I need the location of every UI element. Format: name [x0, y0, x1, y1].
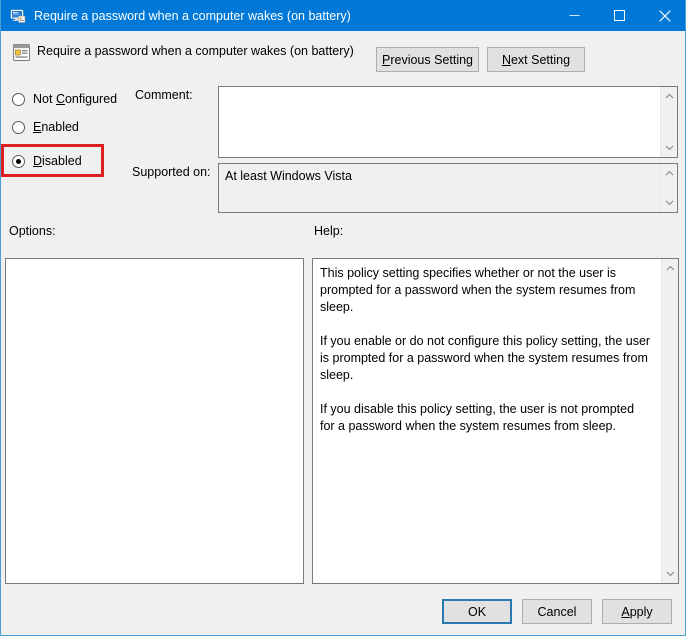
scroll-down-icon[interactable] [661, 195, 678, 210]
window-controls [552, 0, 685, 31]
help-content: This policy setting specifies whether or… [313, 259, 661, 583]
options-panel[interactable] [5, 258, 304, 584]
setting-header: Require a password when a computer wakes… [1, 31, 685, 79]
next-setting-label: Next Setting [501, 52, 571, 67]
window-title: Require a password when a computer wakes… [34, 8, 351, 23]
radio-not-configured[interactable]: Not Configured [12, 89, 117, 109]
supported-on-field: At least Windows Vista [218, 163, 678, 213]
previous-setting-label: Previous Setting [381, 52, 474, 67]
radio-enabled-label: Enabled [33, 120, 79, 134]
help-scrollbar[interactable] [661, 259, 678, 583]
scroll-up-icon[interactable] [661, 89, 678, 104]
radio-disabled[interactable]: Disabled [12, 151, 82, 171]
close-icon[interactable] [642, 0, 685, 31]
setting-title: Require a password when a computer wakes… [37, 44, 354, 58]
group-policy-setting-dialog: Require a password when a computer wakes… [0, 0, 686, 636]
help-panel[interactable]: This policy setting specifies whether or… [312, 258, 679, 584]
minimize-icon[interactable] [552, 0, 597, 31]
comment-scrollbar[interactable] [660, 87, 677, 157]
policy-setting-icon [12, 43, 31, 62]
help-paragraph: If you disable this policy setting, the … [320, 402, 635, 433]
cancel-button[interactable]: Cancel [522, 599, 592, 624]
scroll-down-icon[interactable] [662, 566, 679, 581]
comment-label: Comment: [135, 88, 193, 102]
apply-label: Apply [621, 604, 653, 619]
help-paragraph: This policy setting specifies whether or… [320, 266, 636, 314]
options-content [6, 259, 303, 583]
radio-not-configured-mark[interactable] [12, 92, 25, 106]
scroll-up-icon[interactable] [661, 166, 678, 181]
help-paragraph: If you enable or do not configure this p… [320, 334, 651, 382]
options-label: Options: [9, 224, 56, 238]
computer-policy-icon [10, 8, 26, 24]
ok-button[interactable]: OK [442, 599, 512, 624]
apply-button[interactable]: Apply [602, 599, 672, 624]
ok-label: OK [467, 604, 487, 619]
scroll-down-icon[interactable] [661, 140, 678, 155]
previous-setting-button[interactable]: Previous Setting [376, 47, 479, 72]
radio-enabled[interactable]: Enabled [12, 117, 79, 137]
comment-field[interactable] [218, 86, 678, 158]
supported-on-scrollbar[interactable] [660, 164, 677, 212]
radio-enabled-mark[interactable] [12, 120, 25, 134]
radio-not-configured-label: Not Configured [33, 92, 118, 106]
maximize-icon[interactable] [597, 0, 642, 31]
comment-value[interactable] [219, 87, 660, 157]
cancel-label: Cancel [537, 604, 577, 619]
next-setting-button[interactable]: Next Setting [487, 47, 585, 72]
help-label: Help: [314, 224, 344, 238]
titlebar: Require a password when a computer wakes… [1, 0, 685, 31]
radio-disabled-mark[interactable] [12, 154, 25, 168]
supported-on-value: At least Windows Vista [225, 169, 352, 183]
radio-disabled-label: Disabled [33, 154, 82, 168]
supported-on-label: Supported on: [132, 165, 211, 179]
scroll-up-icon[interactable] [662, 261, 679, 276]
